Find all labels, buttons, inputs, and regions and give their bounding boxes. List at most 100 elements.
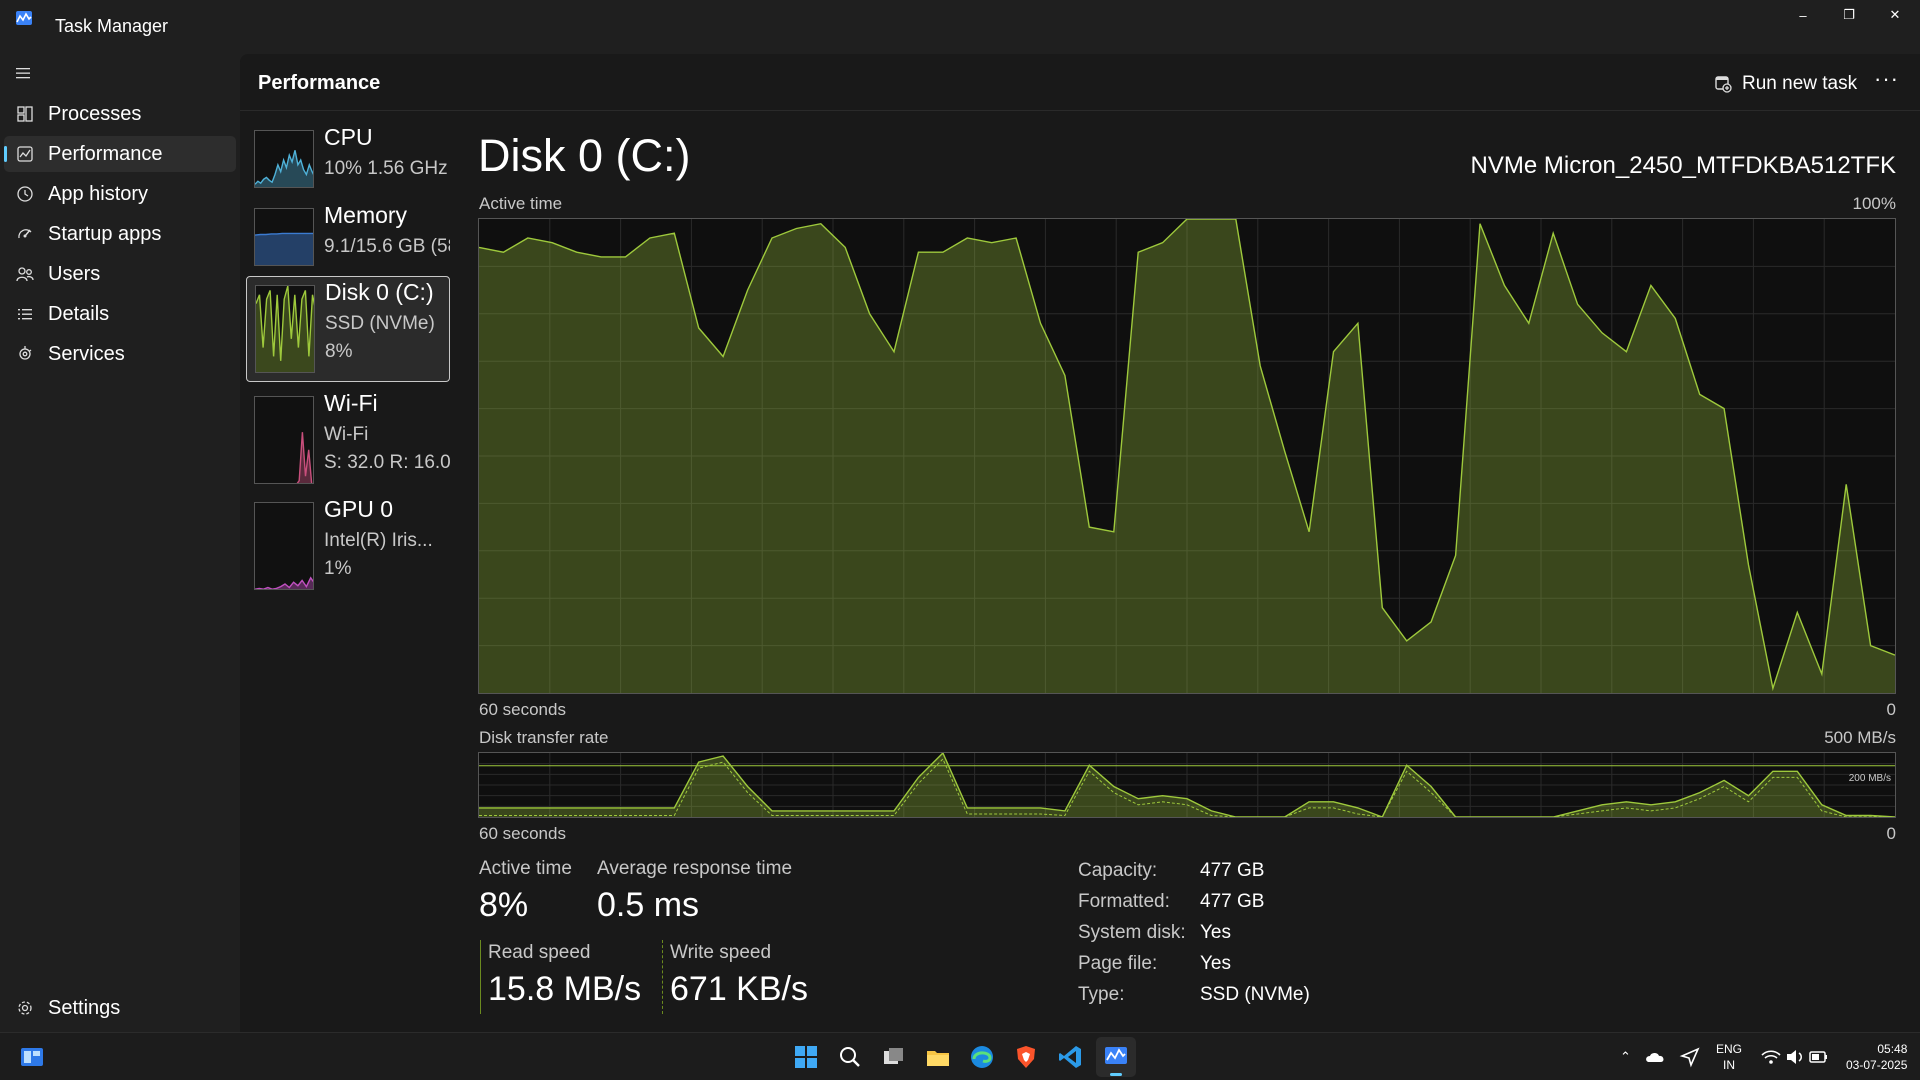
resource-name: Disk 0 (C:): [325, 279, 434, 305]
resource-item-wifi[interactable]: Wi-Fi Wi-Fi S: 32.0 R: 16.0 Kbps: [246, 388, 450, 494]
active-time-graph-max: 100%: [1852, 194, 1896, 213]
wifi-icon[interactable]: [1760, 1045, 1782, 1069]
task-manager-taskbar-button[interactable]: [1096, 1037, 1136, 1077]
run-new-task-button[interactable]: Run new task: [1714, 68, 1857, 100]
system-disk-value: Yes: [1200, 922, 1231, 943]
read-speed-label: Read speed: [488, 942, 591, 963]
formatted-value: 477 GB: [1200, 891, 1265, 912]
resource-detail: 1%: [324, 558, 352, 579]
resource-item-disk-0[interactable]: Disk 0 (C:) SSD (NVMe) 8%: [246, 276, 450, 382]
close-button[interactable]: ✕: [1872, 0, 1918, 30]
maximize-button[interactable]: ❐: [1826, 0, 1872, 30]
nav-item-performance[interactable]: Performance: [4, 136, 236, 172]
brave-browser-icon[interactable]: [1012, 1043, 1040, 1071]
capacity-value: 477 GB: [1200, 860, 1265, 881]
transfer-rate-graph-label: Disk transfer rate: [479, 728, 609, 747]
write-speed-indicator: [662, 940, 663, 1014]
read-speed-value: 15.8 MB/s: [488, 970, 642, 1008]
page-file-value: Yes: [1200, 953, 1231, 974]
start-windows-icon[interactable]: [792, 1043, 820, 1071]
clock-date: 03-07-2025: [1846, 1058, 1908, 1072]
resource-name: CPU: [324, 124, 373, 150]
more-options-button[interactable]: ···: [1874, 66, 1899, 92]
transfer-rate-graph-timespan: 60 seconds: [479, 824, 566, 843]
active-time-graph-label: Active time: [479, 194, 563, 213]
nav-item-app-history[interactable]: App history: [4, 176, 236, 212]
nav-item-services[interactable]: Services: [4, 336, 236, 372]
run-new-task-icon: [1715, 76, 1732, 93]
nav-item-users[interactable]: Users: [4, 256, 236, 292]
volume-icon[interactable]: [1784, 1045, 1806, 1069]
resource-name: Memory: [324, 202, 408, 228]
clock-time: 05:48: [1877, 1042, 1908, 1056]
nav-label: Startup apps: [48, 222, 162, 245]
task-manager-taskbar-icon: [1105, 1047, 1127, 1064]
search-icon[interactable]: [836, 1043, 864, 1071]
gpu-thumbnail-graph: [254, 502, 314, 590]
type-label: Type:: [1078, 984, 1125, 1005]
active-time-stat-value: 8%: [479, 886, 529, 924]
transfer-rate-graph: 200 MB/s: [478, 751, 1896, 818]
active-time-graph-zero: 0: [1886, 700, 1896, 719]
input-language-indicator[interactable]: ENG IN: [1716, 1041, 1742, 1073]
active-time-graph: [478, 218, 1896, 694]
file-explorer-icon[interactable]: [924, 1043, 952, 1071]
wifi-thumb-line: [296, 432, 313, 483]
nav-label: App history: [48, 182, 149, 205]
nav-item-startup-apps[interactable]: Startup apps: [4, 216, 236, 252]
navigation-pane: Processes Performance App history Startu…: [0, 54, 240, 1032]
nav-item-settings[interactable]: Settings: [4, 990, 236, 1026]
processes-icon: [17, 106, 33, 122]
task-view-icon[interactable]: [880, 1043, 908, 1071]
resource-name: Wi-Fi: [324, 390, 378, 416]
header-divider: [240, 110, 1920, 111]
type-value: SSD (NVMe): [1200, 984, 1310, 1005]
resource-detail: Wi-Fi: [324, 424, 369, 445]
resource-detail: 8%: [325, 341, 353, 362]
task-manager-app-icon: [16, 11, 32, 25]
battery-icon[interactable]: [1808, 1045, 1830, 1069]
memory-thumb-area: [255, 233, 313, 265]
startup-apps-icon: [18, 229, 32, 239]
details-icon: [18, 309, 32, 320]
region-code: IN: [1723, 1058, 1735, 1072]
nav-item-processes[interactable]: Processes: [4, 96, 236, 132]
onedrive-cloud-icon[interactable]: [1644, 1045, 1668, 1069]
location-arrow-icon[interactable]: [1678, 1045, 1702, 1069]
active-app-indicator: [1110, 1073, 1122, 1076]
nav-label: Users: [48, 262, 101, 285]
task-manager-window: Task Manager – ❐ ✕ Processes Performance…: [0, 0, 1920, 1032]
avg-response-time-label: Average response time: [597, 858, 793, 879]
nav-label: Performance: [48, 142, 163, 165]
formatted-label: Formatted:: [1078, 891, 1170, 912]
title-bar[interactable]: Task Manager – ❐ ✕: [0, 0, 1920, 54]
run-new-task-label: Run new task: [1742, 73, 1858, 94]
app-history-icon: [17, 186, 33, 202]
resource-detail: 9.1/15.6 GB (58%): [324, 236, 450, 257]
language-code: ENG: [1716, 1042, 1743, 1056]
nav-label: Processes: [48, 102, 142, 125]
edge-browser-icon[interactable]: [968, 1043, 996, 1071]
active-time-graph-timespan: 60 seconds: [479, 700, 566, 719]
services-icon: [19, 346, 32, 360]
performance-icon: [17, 146, 33, 162]
resource-name: GPU 0: [324, 496, 394, 522]
cpu-thumb-area: [255, 150, 313, 187]
nav-label: Services: [48, 342, 125, 365]
hamburger-menu-icon[interactable]: [14, 66, 32, 80]
widgets-icon[interactable]: [18, 1043, 46, 1071]
nav-label: Settings: [48, 996, 121, 1019]
resource-detail: SSD (NVMe): [325, 313, 435, 334]
minimize-button[interactable]: –: [1780, 0, 1826, 30]
transfer-rate-graph-zero: 0: [1886, 824, 1896, 843]
system-clock[interactable]: 05:48 03-07-2025: [1846, 1041, 1907, 1073]
write-speed-label: Write speed: [670, 942, 772, 963]
vscode-icon[interactable]: [1056, 1043, 1084, 1071]
show-hidden-icons-chevron-icon[interactable]: ⌃: [1620, 1049, 1631, 1065]
capacity-label: Capacity:: [1078, 860, 1158, 881]
page-title: Performance: [258, 72, 381, 94]
nav-item-details[interactable]: Details: [4, 296, 236, 332]
transfer-rate-graph-max: 500 MB/s: [1824, 728, 1896, 747]
performance-page: Performance Run new task ··· CPU 10% 1.5…: [240, 54, 1920, 1032]
resource-item-gpu-0[interactable]: GPU 0 Intel(R) Iris... 1%: [246, 494, 450, 600]
